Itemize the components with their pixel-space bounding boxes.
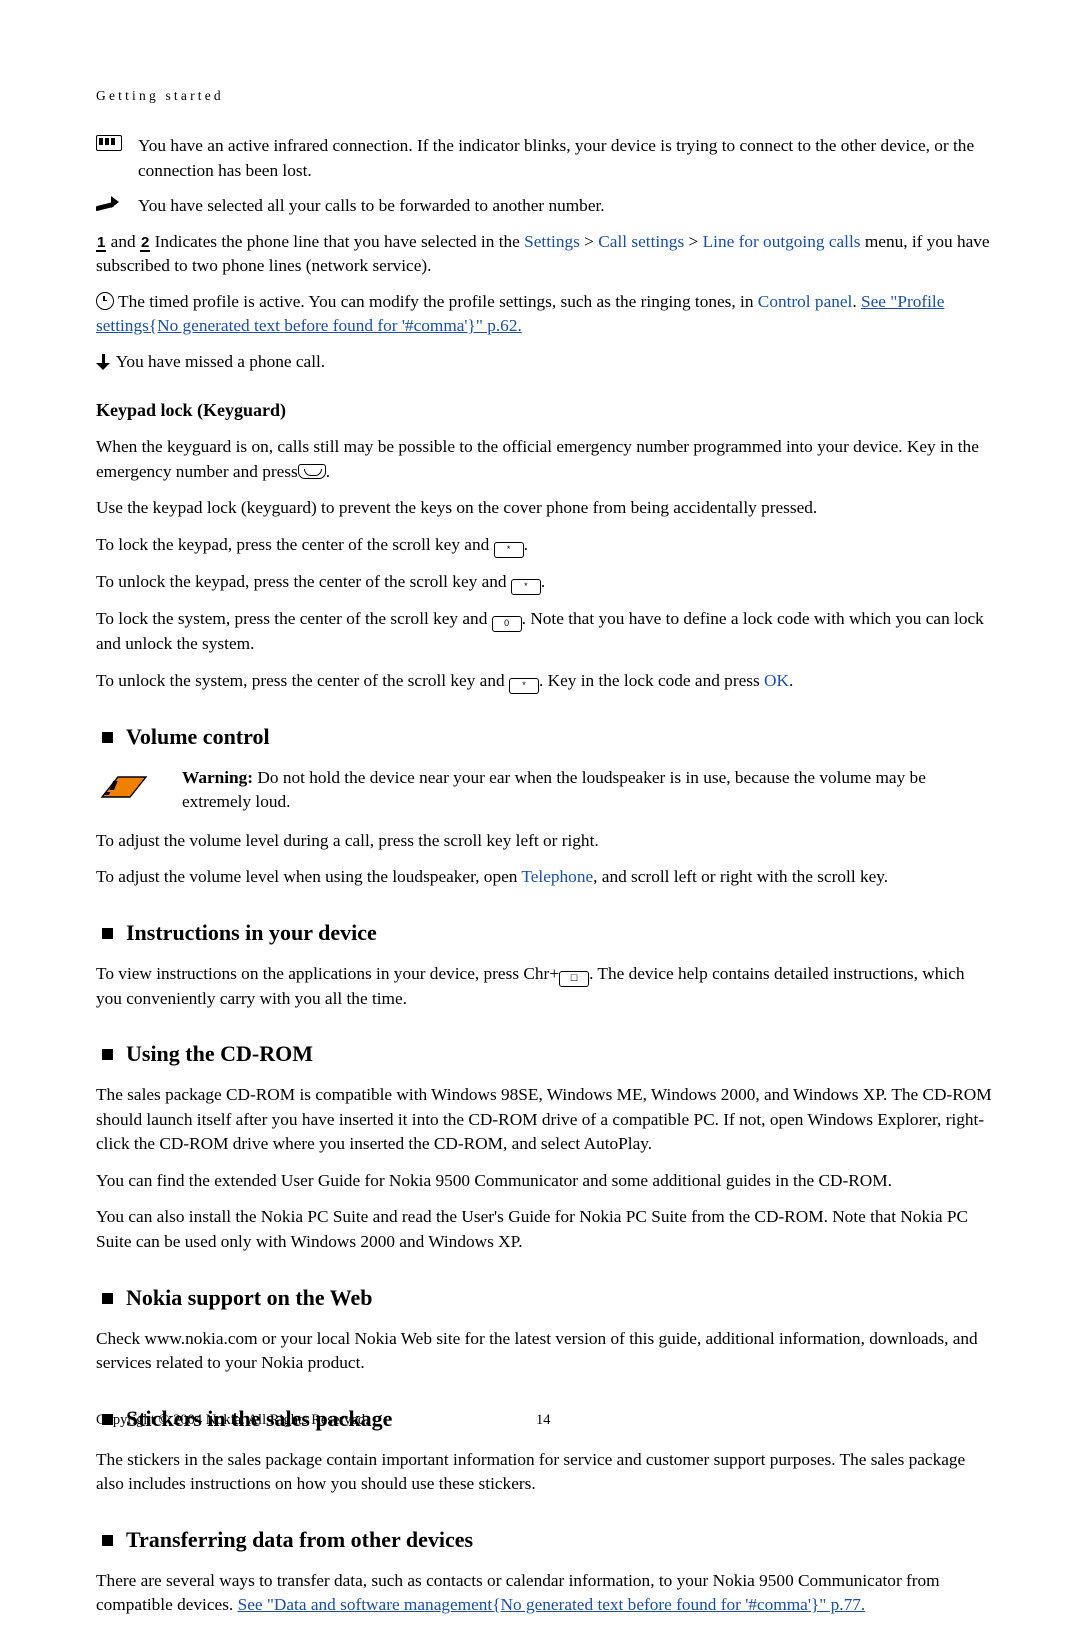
link-control-panel[interactable]: Control panel (758, 292, 853, 311)
volume-paragraph-2: To adjust the volume level when using th… (96, 865, 992, 890)
clock-icon (96, 291, 114, 310)
keypad-lock-paragraph-6: To unlock the system, press the center o… (96, 669, 992, 694)
keypad-lock-paragraph-1: When the keyguard is on, calls still may… (96, 435, 992, 484)
instructions-p1-a: To view instructions on the applications… (96, 963, 520, 983)
link-line-for-outgoing-calls[interactable]: Line for outgoing calls (703, 232, 861, 251)
nokia-web-paragraph-1: Check www.nokia.com or your local Nokia … (96, 1328, 978, 1373)
line-1-icon: 1 (96, 233, 107, 252)
keypad-lock-p4-b: . (540, 572, 546, 592)
timed-profile-text-a: The timed profile is active. You can mod… (118, 291, 754, 311)
link-ok[interactable]: OK (764, 671, 789, 690)
transferring-paragraph-1: There are several ways to transfer data,… (96, 1569, 992, 1618)
link-settings[interactable]: Settings (524, 232, 580, 251)
timed-profile-text-b: . (852, 291, 857, 311)
warning-body: Do not hold the device near your ear whe… (182, 767, 926, 812)
volume-p2-a: To adjust the volume level when using th… (96, 867, 518, 887)
heading-transferring-data: Transferring data from other devices (96, 1527, 992, 1553)
cdrom-paragraph-3: You can also install the Nokia PC Suite … (96, 1207, 969, 1252)
link-telephone[interactable]: Telephone (521, 867, 593, 886)
phone-line-text-a: Indicates the phone line that you have s… (154, 231, 520, 251)
missed-call-icon (96, 353, 112, 370)
status-row-timed-profile: The timed profile is active. You can mod… (96, 290, 992, 339)
status-row-call-forward: You have selected all your calls to be f… (96, 194, 992, 219)
line-2-icon: 2 (139, 233, 151, 252)
document-page: Getting started You have an active infra… (0, 0, 1080, 1614)
missed-call-text: You have missed a phone call. (115, 351, 326, 371)
status-row-missed-call: You have missed a phone call. (96, 350, 992, 375)
infrared-icon (96, 135, 130, 153)
volume-paragraph-1: To adjust the volume level during a call… (96, 830, 599, 850)
keypad-lock-p5-a: To lock the system, press the center of … (96, 609, 488, 629)
heading-instructions-in-device: Instructions in your device (96, 920, 992, 946)
zero-key-icon: 0 (491, 616, 522, 633)
status-row-infrared: You have an active infrared connection. … (96, 134, 992, 183)
heading-nokia-support-web: Nokia support on the Web (96, 1285, 992, 1311)
page-content: Getting started You have an active infra… (96, 88, 992, 1630)
keypad-lock-p4-a: To unlock the keypad, press the center o… (96, 572, 507, 592)
keypad-lock-p6-c: . (789, 670, 794, 690)
keypad-lock-paragraph-3: To lock the keypad, press the center of … (96, 533, 992, 559)
volume-p2-b: , and scroll left or right with the scro… (593, 867, 889, 887)
keypad-lock-p6-a: To unlock the system, press the center o… (96, 670, 505, 690)
warning-text-line: Warning: Do not hold the device near you… (182, 766, 992, 815)
keypad-lock-p6-b: . Key in the lock code and press (538, 670, 760, 690)
running-header: Getting started (96, 88, 224, 103)
keypad-lock-p1-a: When the keyguard is on, calls still may… (96, 437, 979, 481)
keypad-lock-p3-a: To lock the keypad, press the center of … (96, 535, 490, 555)
help-key-icon: ☐ (559, 970, 590, 987)
sep-1: > (584, 231, 594, 251)
heading-using-the-cd-rom: Using the CD-ROM (96, 1041, 992, 1067)
heading-using-the-cd-rom-label: Using the CD-ROM (126, 1041, 313, 1067)
star-key-icon: * (508, 677, 539, 694)
instructions-chr-label: Chr+ (523, 963, 560, 983)
star-key-icon: * (510, 579, 541, 596)
keypad-lock-p3-b: . (523, 535, 528, 555)
keypad-lock-paragraph-2: Use the keypad lock (keyguard) to preven… (96, 498, 818, 518)
call-key-icon (297, 463, 326, 479)
cdrom-paragraph-1: The sales package CD-ROM is compatible w… (96, 1085, 992, 1154)
keypad-lock-p1-b: . (325, 461, 331, 481)
sep-2: > (688, 231, 699, 251)
phone-line-and: and (110, 231, 136, 251)
heading-volume-control: Volume control (96, 724, 992, 750)
keypad-lock-paragraph-4: To unlock the keypad, press the center o… (96, 570, 992, 596)
keypad-lock-paragraph-5: To lock the system, press the center of … (96, 607, 992, 657)
warning-block: Warning: Do not hold the device near you… (96, 766, 992, 815)
call-forward-icon (96, 195, 130, 213)
instructions-paragraph-1: To view instructions on the applications… (96, 962, 992, 1012)
link-call-settings[interactable]: Call settings (598, 232, 684, 251)
page-number: 14 (536, 1412, 551, 1428)
link-data-software-management-ref[interactable]: See "Data and software management{No gen… (238, 1595, 866, 1614)
warning-icon (100, 769, 148, 803)
status-row-phone-line: 1 and 2 Indicates the phone line that yo… (96, 230, 992, 279)
copyright-notice: Copyright © 2004 Nokia. All Rights Reser… (96, 1412, 369, 1428)
cdrom-paragraph-2: You can find the extended User Guide for… (96, 1170, 892, 1190)
star-key-icon: * (493, 542, 524, 559)
stickers-paragraph-1: The stickers in the sales package contai… (96, 1449, 966, 1494)
heading-keypad-lock: Keypad lock (Keyguard) (96, 400, 287, 421)
status-text-infrared: You have an active infrared connection. … (138, 136, 975, 180)
status-text-call-forward: You have selected all your calls to be f… (138, 196, 605, 216)
warning-label: Warning: (182, 767, 254, 787)
